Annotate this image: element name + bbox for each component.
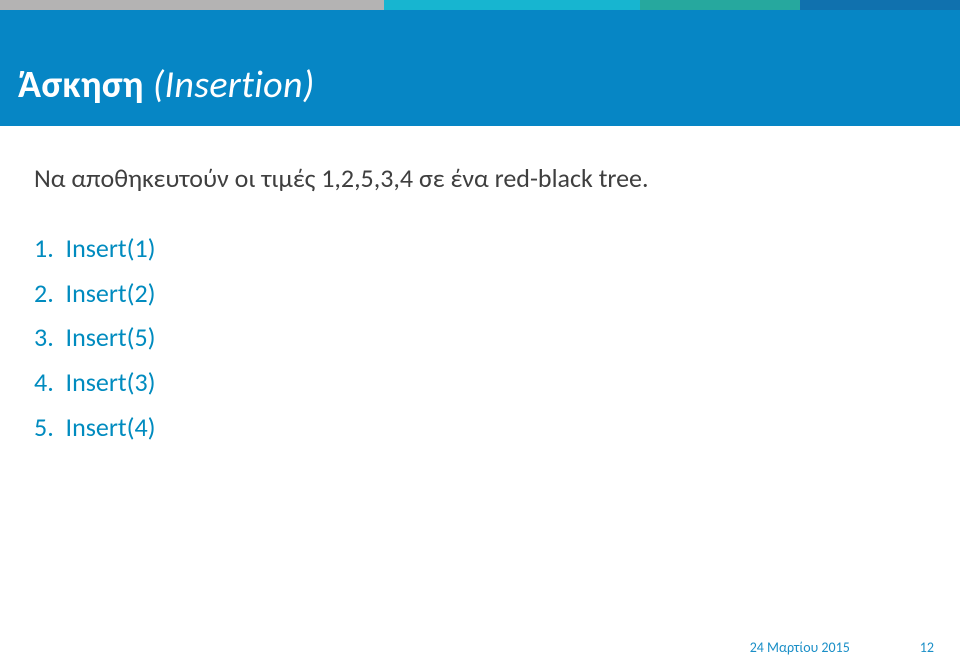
- intro-text: Να αποθηκευτούν οι τιμές 1,2,5,3,4 σε έν…: [34, 162, 926, 196]
- page-number: 12: [920, 639, 934, 656]
- title-word-bold: Άσκηση: [18, 62, 144, 108]
- strip-blue: [800, 0, 960, 10]
- title-block: Άσκηση (Insertion): [0, 10, 960, 126]
- step-item: Insert(1): [34, 226, 926, 271]
- footer: 24 Μαρτίου 2015 12: [750, 639, 934, 656]
- footer-date: 24 Μαρτίου 2015: [750, 639, 850, 656]
- title-word-italic: (Insertion): [153, 62, 315, 108]
- step-item: Insert(3): [34, 360, 926, 405]
- content-area: Να αποθηκευτούν οι τιμές 1,2,5,3,4 σε έν…: [0, 126, 960, 449]
- steps-list: Insert(1) Insert(2) Insert(5) Insert(3) …: [34, 226, 926, 450]
- step-item: Insert(2): [34, 271, 926, 316]
- step-item: Insert(4): [34, 405, 926, 450]
- strip-gray: [0, 0, 384, 10]
- top-decoration-strips: [0, 0, 960, 10]
- strip-cyan: [384, 0, 640, 10]
- step-item: Insert(5): [34, 315, 926, 360]
- slide-title: Άσκηση (Insertion): [18, 62, 942, 108]
- strip-teal: [640, 0, 800, 10]
